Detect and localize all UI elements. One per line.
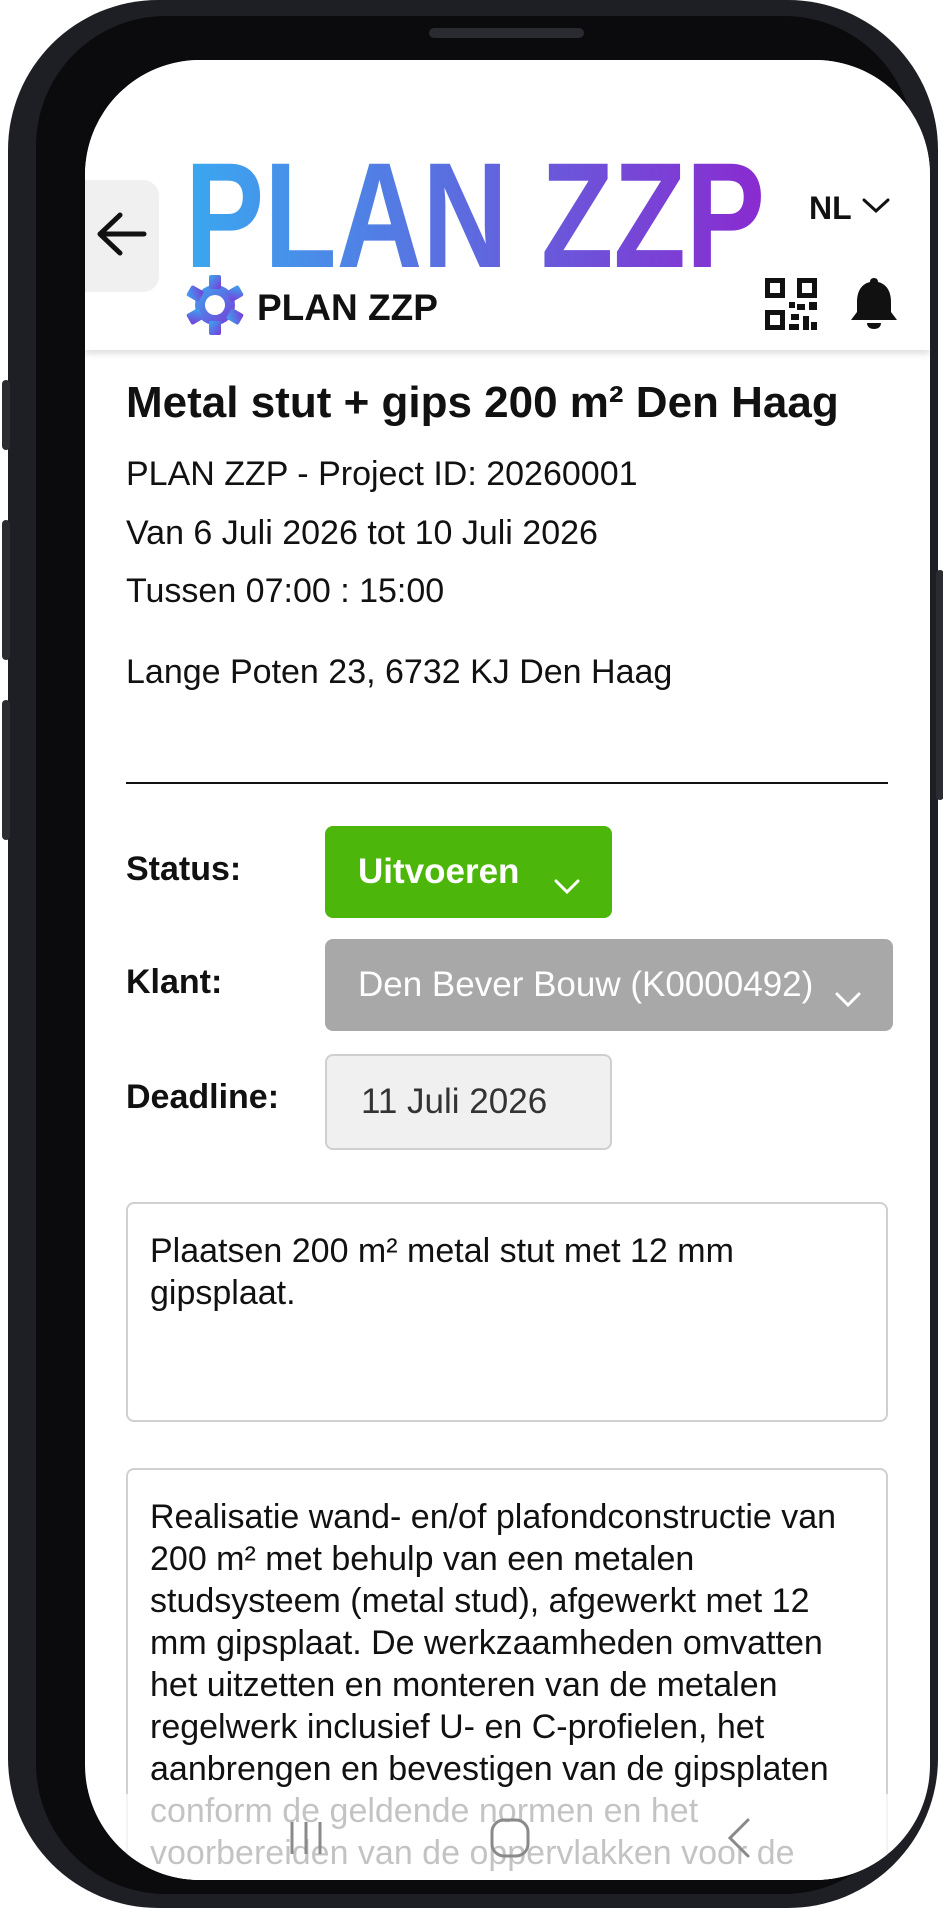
project-title: Metal stut + gips 200 m² Den Haag	[126, 378, 839, 427]
qr-code-icon[interactable]	[765, 278, 817, 335]
deadline-field[interactable]: 11 Juli 2026	[325, 1054, 612, 1150]
gear-icon	[185, 274, 245, 341]
deadline-label: Deadline:	[126, 1078, 280, 1116]
chevron-down-icon	[862, 197, 890, 220]
language-label: NL	[809, 190, 852, 226]
status-select[interactable]: Uitvoeren	[325, 826, 612, 918]
sub-logo-text: PLAN ZZP	[257, 286, 438, 328]
project-id: PLAN ZZP - Project ID: 20260001	[126, 455, 638, 493]
phone-frame: PLAN ZZP PLAN ZZP NL Metal stut + gips 2…	[2, 0, 943, 1908]
app-header: PLAN ZZP PLAN ZZP NL	[85, 60, 930, 350]
recent-apps-icon[interactable]	[286, 1818, 326, 1863]
project-time-range: Tussen 07:00 : 15:00	[126, 572, 445, 610]
home-icon[interactable]	[488, 1816, 532, 1865]
divider	[126, 782, 888, 784]
sub-logo: PLAN ZZP	[185, 274, 438, 341]
phone-bezel: PLAN ZZP PLAN ZZP NL Metal stut + gips 2…	[36, 16, 930, 1894]
back-button[interactable]	[85, 180, 159, 292]
summary-textarea[interactable]: Plaatsen 200 m² metal stut met 12 mm gip…	[126, 1202, 888, 1422]
client-label: Klant:	[126, 963, 223, 1001]
status-value: Uitvoeren	[358, 852, 520, 891]
client-select[interactable]: Den Bever Bouw (K0000492)	[325, 939, 893, 1031]
system-nav-bar	[126, 1794, 888, 1880]
system-back-icon[interactable]	[724, 1816, 754, 1865]
language-selector[interactable]: NL	[809, 190, 890, 227]
chevron-down-icon	[554, 864, 580, 904]
project-address: Lange Poten 23, 6732 KJ Den Haag	[126, 653, 673, 691]
bell-icon[interactable]	[849, 276, 899, 335]
chevron-down-icon	[835, 977, 861, 1017]
app-screen: PLAN ZZP PLAN ZZP NL Metal stut + gips 2…	[85, 60, 930, 1880]
project-date-range: Van 6 Juli 2026 tot 10 Juli 2026	[126, 514, 598, 552]
status-label: Status:	[126, 850, 242, 888]
client-value: Den Bever Bouw (K0000492)	[358, 965, 814, 1004]
speaker-grille	[429, 28, 584, 38]
back-arrow-icon	[96, 211, 148, 262]
